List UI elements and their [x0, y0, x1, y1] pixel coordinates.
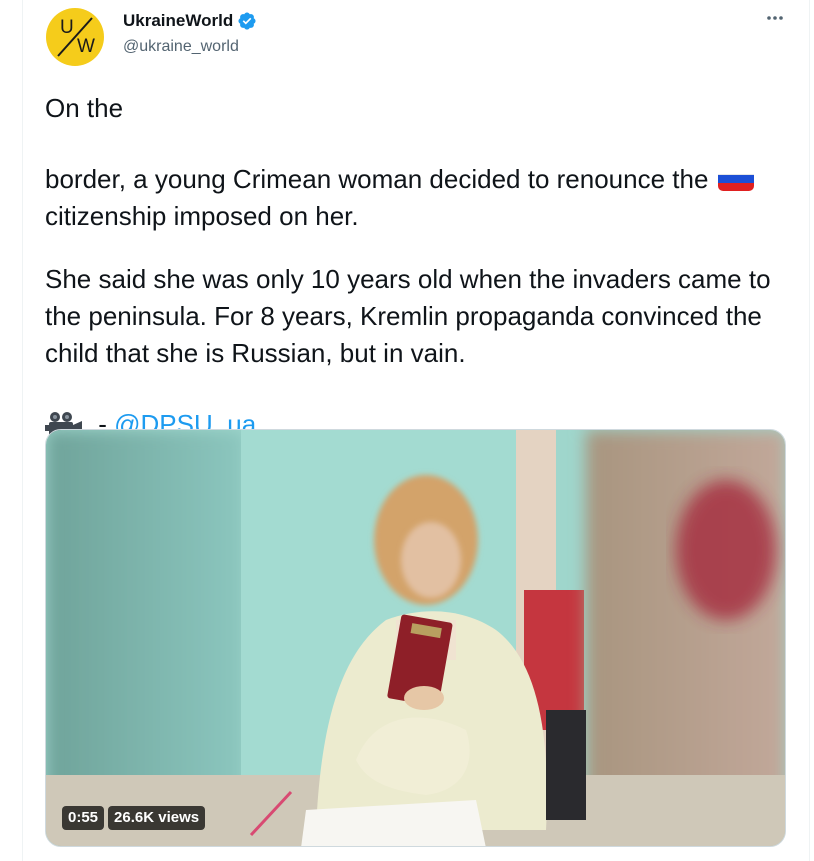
video-view-count: 26.6K views	[108, 806, 206, 830]
tweet-paragraph-1: On the	[45, 90, 795, 127]
video-thumbnail[interactable]	[46, 430, 786, 847]
tweet-card[interactable]: U W UkraineWorld @ukraine_world On the b…	[22, 0, 810, 861]
tweet-text: On the border, a young Crimean woman dec…	[45, 90, 795, 443]
tweet-text-segment: On the	[45, 93, 124, 123]
tweet-paragraph-2: She said she was only 10 years old when …	[45, 264, 771, 368]
video-duration: 0:55	[62, 806, 105, 830]
verified-badge-icon[interactable]	[237, 11, 257, 31]
video-player[interactable]: 0:55 26.6K views	[45, 429, 786, 847]
author-handle[interactable]: @ukraine_world	[123, 38, 239, 56]
russia-flag-icon	[717, 167, 754, 191]
avatar-divider	[57, 17, 93, 57]
ukraine-flag-icon	[132, 96, 168, 120]
avatar-letter-w: W	[77, 36, 95, 57]
avatar[interactable]: U W	[46, 8, 104, 66]
tweet-text-segment: citizenship imposed on her.	[45, 201, 359, 231]
author-name-row: UkraineWorld	[123, 11, 257, 31]
tweet-text-segment: border, a young Crimean woman decided to…	[45, 164, 709, 194]
author-name[interactable]: UkraineWorld	[123, 11, 233, 31]
video-badges: 0:55 26.6K views	[62, 806, 206, 830]
avatar-letter-u: U	[60, 17, 74, 38]
more-horizontal-icon[interactable]	[765, 8, 785, 28]
